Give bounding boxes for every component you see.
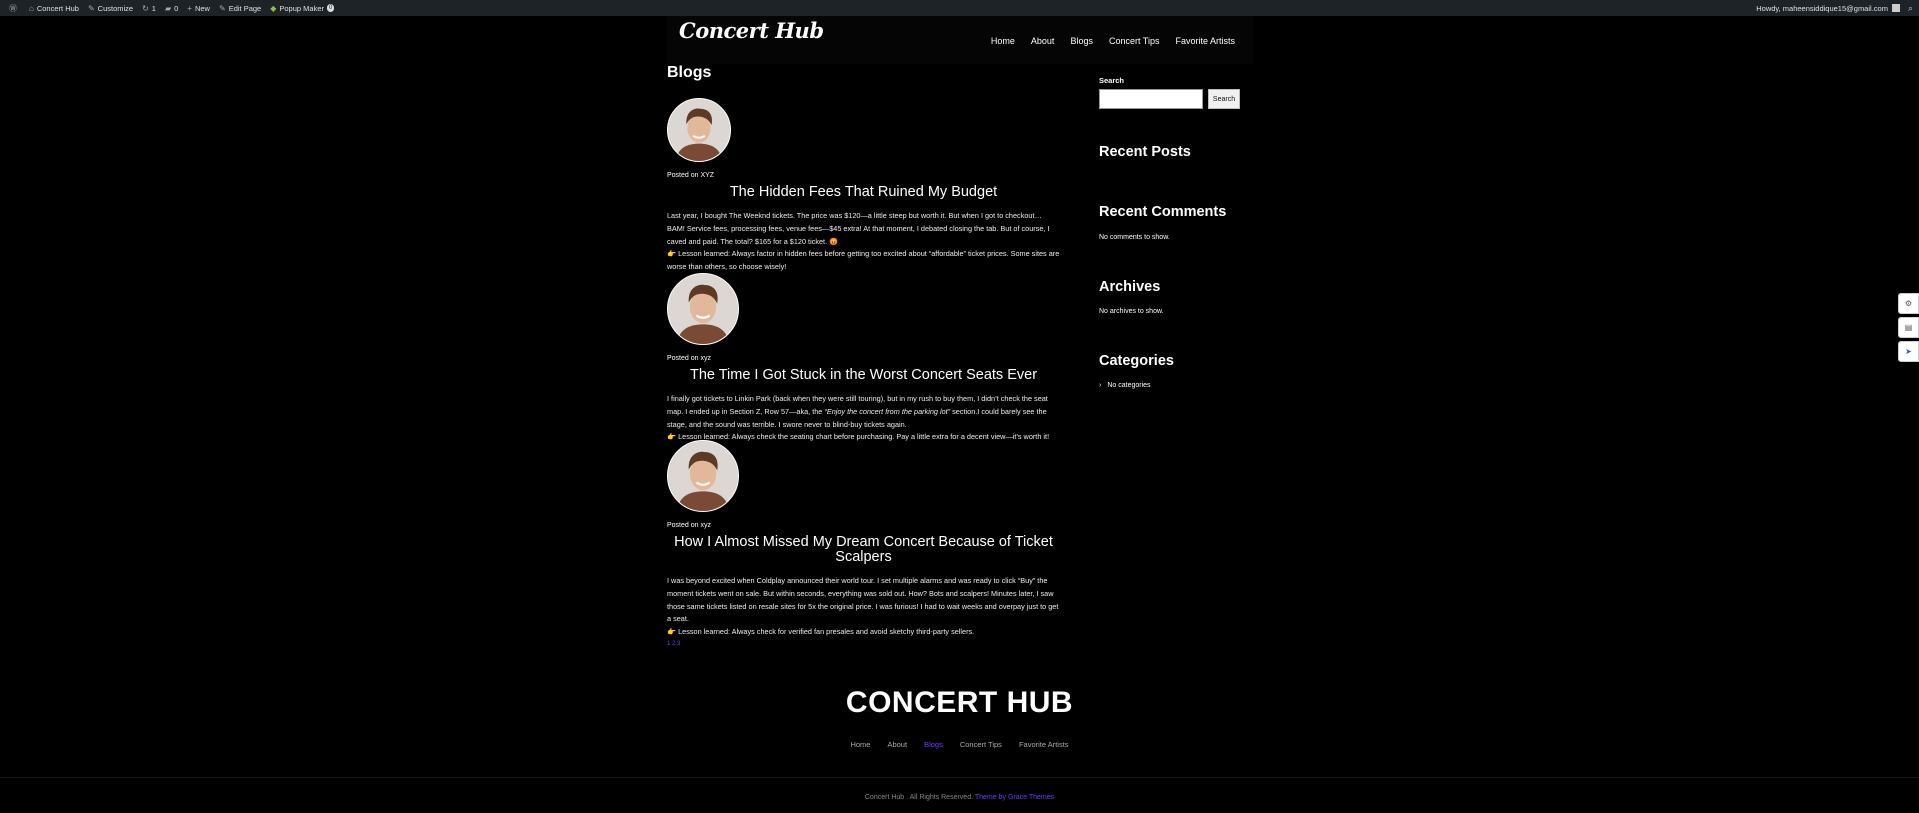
footer-navigation: Home About Blogs Concert Tips Favorite A… xyxy=(0,740,1919,749)
popup-maker-link[interactable]: ◆ Popup Maker 0 xyxy=(270,3,335,13)
updates-link[interactable]: ↻ 1 xyxy=(142,4,156,13)
copyright: Concert Hub . All Rights Reserved. Theme… xyxy=(864,794,1055,801)
wordpress-logo-icon: Ⓦ xyxy=(9,3,17,13)
categories-heading: Categories xyxy=(1099,353,1174,369)
nav-home[interactable]: Home xyxy=(991,36,1015,46)
translate-icon[interactable]: ▤ xyxy=(1898,317,1919,338)
post-lesson: 👉 Lesson learned: Always factor in hidde… xyxy=(667,249,1060,272)
footer-nav-concert-tips[interactable]: Concert Tips xyxy=(960,740,1002,749)
floating-tools: ⚙ ▤ ➤ xyxy=(1898,293,1919,365)
search-form: Search xyxy=(1099,89,1244,109)
blog-post: Posted on XYZ The Hidden Fees That Ruine… xyxy=(667,98,1060,274)
author-avatar xyxy=(667,98,731,162)
comments-link[interactable]: ▰ 0 xyxy=(165,4,178,13)
main-navigation: Home About Blogs Concert Tips Favorite A… xyxy=(991,36,1235,46)
blog-post: Posted on xyz How I Almost Missed My Dre… xyxy=(667,440,1060,647)
recent-comments-empty: No comments to show. xyxy=(1099,234,1170,241)
edit-page-link[interactable]: ✎ Edit Page xyxy=(219,4,261,13)
search-button[interactable]: Search xyxy=(1208,89,1240,109)
customize-link[interactable]: ✎ Customize xyxy=(88,4,133,13)
admin-bar: Ⓦ ⌂ Concert Hub ✎ Customize ↻ 1 ▰ 0 + New ✎ Ed… xyxy=(0,0,1919,16)
footer-logo: CONCERT HUB xyxy=(845,686,1074,719)
wordpress-menu[interactable]: Ⓦ xyxy=(9,3,20,14)
archives-heading: Archives xyxy=(1099,279,1161,295)
post-paragraph: Last year, I bought The Weeknd tickets. … xyxy=(667,211,1050,246)
site-name-link[interactable]: ⌂ Concert Hub xyxy=(29,4,79,13)
portrait-image xyxy=(668,99,730,161)
portrait-image xyxy=(668,441,738,511)
post-paragraph: I finally got tickets to Linkin Park (ba… xyxy=(667,394,1048,429)
recent-posts-heading: Recent Posts xyxy=(1099,144,1191,160)
blog-post: Posted on xyz The Time I Got Stuck in th… xyxy=(667,273,1060,444)
portrait-image xyxy=(668,274,738,344)
categories-empty: › No categories xyxy=(1099,382,1151,389)
post-meta: Posted on xyz xyxy=(667,522,711,529)
post-title[interactable]: How I Almost Missed My Dream Concert Bec… xyxy=(667,535,1060,565)
plus-icon: + xyxy=(187,3,192,13)
footer-divider xyxy=(0,777,1919,778)
site-header: Concert Hub Home About Blogs Concert Tip… xyxy=(667,16,1253,64)
accessibility-icon[interactable]: ⚙ xyxy=(1898,293,1919,314)
theme-credit-link[interactable]: Theme by Grace Themes xyxy=(975,794,1054,801)
footer-nav-about[interactable]: About xyxy=(887,740,907,749)
comment-icon: ▰ xyxy=(164,3,172,13)
post-meta: Posted on XYZ xyxy=(667,172,715,179)
nav-concert-tips[interactable]: Concert Tips xyxy=(1109,36,1160,46)
footer-nav-home[interactable]: Home xyxy=(850,740,870,749)
account-menu[interactable]: Howdy, maheensiddique15@gmail.com xyxy=(1756,4,1888,13)
chevron-right-icon: › xyxy=(1099,382,1102,389)
popup-count-badge: 0 xyxy=(326,4,335,12)
nav-favorite-artists[interactable]: Favorite Artists xyxy=(1175,36,1235,46)
recent-comments-heading: Recent Comments xyxy=(1099,204,1227,220)
popup-maker-icon: ◆ xyxy=(270,3,277,13)
updates-icon: ↻ xyxy=(142,3,149,13)
brush-icon: ✎ xyxy=(87,3,95,13)
new-content-link[interactable]: + New xyxy=(187,4,210,13)
pagination[interactable]: 1 2 3 xyxy=(667,641,1060,647)
post-lesson: 👉 Lesson learned: Always check for verif… xyxy=(667,627,975,637)
site-logo[interactable]: Concert Hub xyxy=(679,18,824,43)
author-avatar xyxy=(667,273,739,345)
footer-nav-favorite-artists[interactable]: Favorite Artists xyxy=(1019,740,1069,749)
user-avatar[interactable] xyxy=(1891,4,1900,12)
nav-about[interactable]: About xyxy=(1031,36,1055,46)
post-paragraph: I was beyond excited when Coldplay annou… xyxy=(667,576,1059,624)
footer-nav-blogs[interactable]: Blogs xyxy=(924,740,943,749)
pencil-icon: ✎ xyxy=(218,3,226,13)
nav-blogs[interactable]: Blogs xyxy=(1070,36,1093,46)
search-icon[interactable]: ⌕ xyxy=(1908,3,1913,14)
page-title: Blogs xyxy=(667,64,712,81)
search-input[interactable] xyxy=(1099,89,1203,109)
search-label: Search xyxy=(1099,76,1125,85)
sidebar: Search Search Recent Posts Recent Commen… xyxy=(1099,76,1244,389)
archives-empty: No archives to show. xyxy=(1099,308,1164,315)
post-title[interactable]: The Time I Got Stuck in the Worst Concer… xyxy=(667,368,1060,383)
dashboard-icon: ⌂ xyxy=(29,3,34,13)
author-avatar xyxy=(667,440,739,512)
send-icon[interactable]: ➤ xyxy=(1898,341,1919,362)
post-meta: Posted on xyz xyxy=(667,355,711,362)
post-title[interactable]: The Hidden Fees That Ruined My Budget xyxy=(667,185,1060,200)
